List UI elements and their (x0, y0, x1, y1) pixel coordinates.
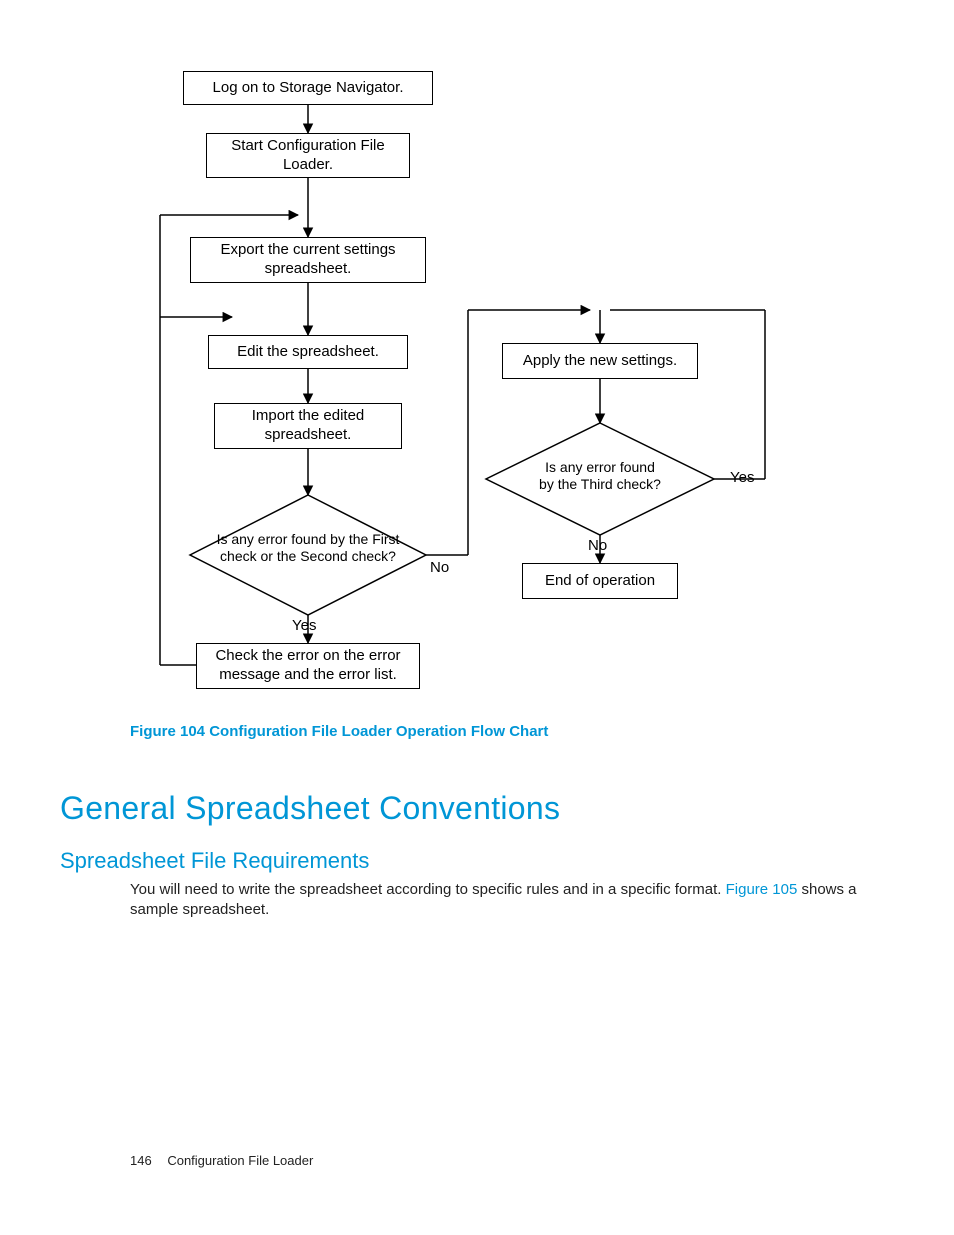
flow-box-apply: Apply the new settings. (502, 343, 698, 379)
body-paragraph: You will need to write the spreadsheet a… (130, 880, 860, 921)
page-footer: 146 Configuration File Loader (130, 1153, 313, 1168)
flowchart: Log on to Storage Navigator. Start Confi… (130, 65, 810, 725)
flow-text: check or the Second check? (190, 548, 426, 565)
body-text-run: You will need to write the spreadsheet a… (130, 881, 726, 898)
flow-decision-text: Is any error found by the Third check? (486, 459, 714, 493)
flow-text: Import the edited (252, 407, 365, 426)
flow-text: Check the error on the error (215, 647, 400, 666)
flow-text: message and the error list. (215, 666, 400, 685)
flow-text: Start Configuration File (231, 137, 384, 156)
flow-box-import: Import the edited spreadsheet. (214, 403, 402, 449)
footer-section-title: Configuration File Loader (167, 1153, 313, 1168)
figure-reference-link[interactable]: Figure 105 (726, 881, 798, 898)
heading-spreadsheet-file-requirements: Spreadsheet File Requirements (60, 848, 369, 874)
flow-text: by the Third check? (486, 476, 714, 493)
flow-decision-text: Is any error found by the First check or… (190, 531, 426, 565)
flow-text: Is any error found by the First (190, 531, 426, 548)
flow-text: Export the current settings (220, 241, 395, 260)
flow-text: Log on to Storage Navigator. (213, 79, 404, 98)
flow-label-yes: Yes (730, 469, 754, 486)
flow-box-export: Export the current settings spreadsheet. (190, 237, 426, 283)
flow-text: Apply the new settings. (523, 352, 677, 371)
flow-text: spreadsheet. (220, 260, 395, 279)
flow-text: End of operation (545, 572, 655, 591)
flow-label-no: No (588, 537, 607, 554)
heading-general-spreadsheet-conventions: General Spreadsheet Conventions (60, 790, 560, 827)
flow-box-check-error: Check the error on the error message and… (196, 643, 420, 689)
flow-text: spreadsheet. (252, 426, 365, 445)
flow-box-edit: Edit the spreadsheet. (208, 335, 408, 369)
flow-text: Loader. (231, 156, 384, 175)
flow-box-end: End of operation (522, 563, 678, 599)
flow-box-start: Start Configuration File Loader. (206, 133, 410, 178)
flow-label-yes: Yes (292, 617, 316, 634)
figure-caption: Figure 104 Configuration File Loader Ope… (130, 723, 548, 740)
flow-text: Is any error found (486, 459, 714, 476)
page-number: 146 (130, 1153, 152, 1168)
flow-text: Edit the spreadsheet. (237, 343, 379, 362)
flow-label-no: No (430, 559, 449, 576)
flow-box-logon: Log on to Storage Navigator. (183, 71, 433, 105)
document-page: Log on to Storage Navigator. Start Confi… (0, 0, 954, 1235)
